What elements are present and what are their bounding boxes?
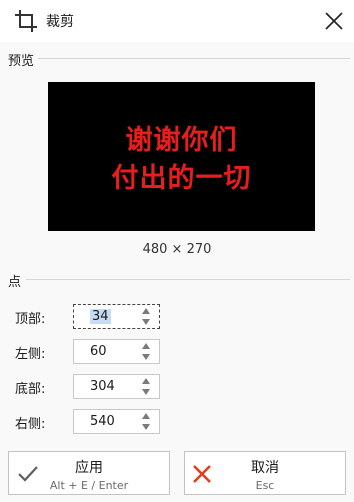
left-increment-arrow[interactable]: [142, 343, 150, 349]
top-decrement-arrow[interactable]: [142, 319, 150, 325]
points-heading: 点: [8, 275, 22, 290]
cancel-shortcut: Esc: [255, 479, 275, 492]
right-decrement-arrow[interactable]: [142, 424, 150, 430]
cancel-button[interactable]: 取消 Esc: [184, 451, 346, 495]
bottom-increment-arrow[interactable]: [142, 378, 150, 384]
cancel-label: 取消: [251, 460, 279, 476]
preview-heading: 预览: [8, 54, 35, 69]
points-divider: [26, 279, 350, 280]
right-label: 右侧:: [15, 417, 46, 432]
preview-image: 谢谢你们 付出的一切: [48, 82, 315, 231]
bottom-decrement-arrow[interactable]: [142, 389, 150, 395]
top-label: 顶部:: [15, 312, 46, 327]
bottom-value[interactable]: 304: [90, 379, 115, 394]
left-label: 左侧:: [15, 347, 46, 362]
top-increment-arrow[interactable]: [142, 308, 150, 314]
title-bar: 裁剪: [0, 0, 354, 42]
apply-shortcut: Alt + E / Enter: [49, 479, 129, 492]
top-spinbox[interactable]: 34: [73, 304, 160, 329]
apply-button[interactable]: 应用 Alt + E / Enter: [8, 451, 170, 495]
left-decrement-arrow[interactable]: [142, 354, 150, 360]
close-icon[interactable]: [320, 7, 348, 35]
left-value[interactable]: 60: [90, 344, 107, 359]
bottom-spinbox[interactable]: 304: [73, 374, 160, 399]
bottom-label: 底部:: [15, 382, 46, 397]
top-value[interactable]: 34: [90, 309, 111, 324]
preview-dimensions: 480 × 270: [142, 242, 212, 257]
window-title: 裁剪: [46, 14, 74, 30]
preview-text-line-1: 谢谢你们: [125, 125, 238, 156]
preview-divider: [38, 58, 350, 59]
crop-icon: [15, 10, 37, 32]
right-spinbox[interactable]: 540: [73, 409, 160, 434]
left-spinbox[interactable]: 60: [73, 339, 160, 364]
right-increment-arrow[interactable]: [142, 413, 150, 419]
apply-label: 应用: [75, 460, 103, 476]
right-value[interactable]: 540: [90, 414, 115, 429]
preview-text-line-2: 付出的一切: [111, 163, 252, 194]
